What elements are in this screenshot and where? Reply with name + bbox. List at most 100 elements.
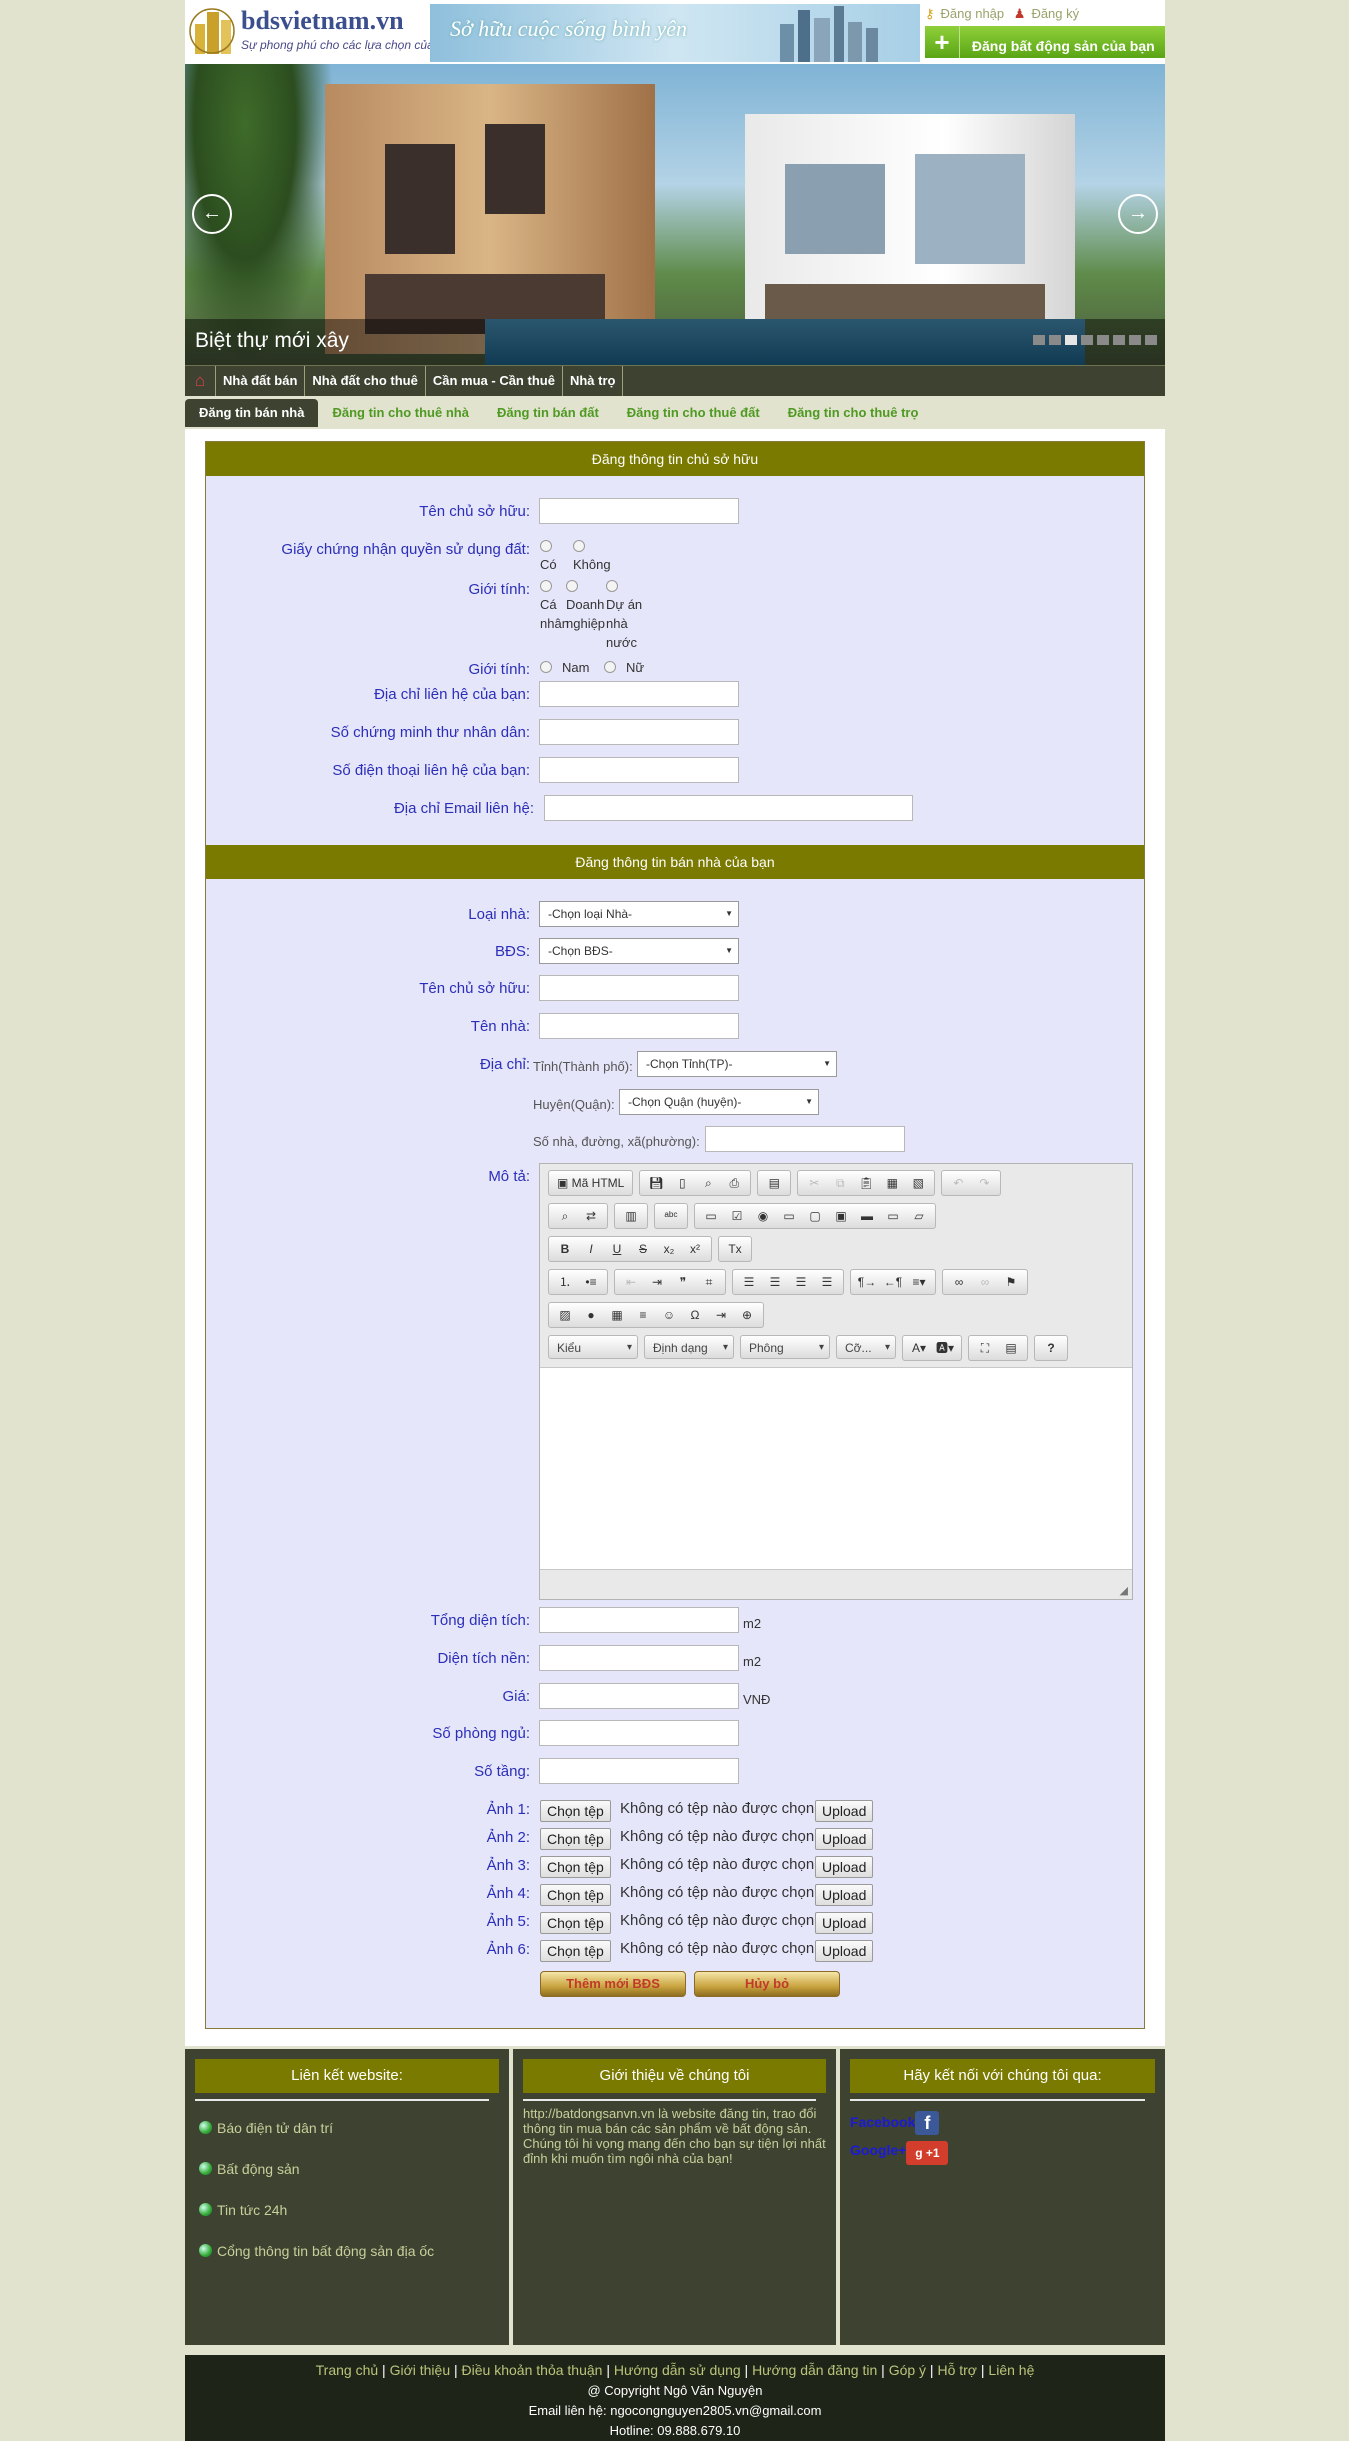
type-business-radio[interactable]	[566, 580, 578, 592]
choose-file-button[interactable]: Chọn tệp	[540, 1912, 611, 1934]
slider-dot[interactable]	[1033, 335, 1045, 345]
gender-female-radio[interactable]	[604, 661, 616, 673]
select-all-icon[interactable]: ▥	[618, 1204, 644, 1228]
choose-file-button[interactable]: Chọn tệp	[540, 1800, 611, 1822]
form-icon[interactable]: ▭	[698, 1204, 724, 1228]
certificate-yes-radio[interactable]	[540, 540, 552, 552]
slider-dot[interactable]	[1097, 335, 1109, 345]
style-combo[interactable]: Kiểu	[548, 1335, 638, 1360]
smiley-icon[interactable]: ☺	[656, 1303, 682, 1327]
choose-file-button[interactable]: Chọn tệp	[540, 1856, 611, 1878]
preview-icon[interactable]: ⌕	[695, 1171, 721, 1195]
redo-icon[interactable]: ↷	[971, 1171, 997, 1195]
help-icon[interactable]: ?	[1038, 1336, 1064, 1360]
numbered-list-icon[interactable]: ⒈	[552, 1270, 578, 1294]
table-icon[interactable]: ▦	[604, 1303, 630, 1327]
justify-icon[interactable]: ☰	[814, 1270, 840, 1294]
format-combo[interactable]: Định dạng	[644, 1335, 734, 1360]
slider-dot[interactable]	[1129, 335, 1141, 345]
footer-nav-link[interactable]: Liên hệ	[988, 2362, 1034, 2378]
post-property-button[interactable]: + Đăng bất động sản của bạn	[925, 26, 1165, 58]
logo-name[interactable]: bdsvietnam.vn	[241, 6, 404, 36]
choose-file-button[interactable]: Chọn tệp	[540, 1828, 611, 1850]
nav-item-ban[interactable]: Nhà đất bán	[216, 366, 306, 396]
paste-word-icon[interactable]: ▧	[905, 1171, 931, 1195]
house-type-select[interactable]: -Chọn loại Nhà-	[539, 901, 739, 927]
replace-icon[interactable]: ⇄	[578, 1204, 604, 1228]
checkbox-icon[interactable]: ☑	[724, 1204, 750, 1228]
text-color-icon[interactable]: A▾	[906, 1336, 932, 1360]
new-page-icon[interactable]: ▯	[669, 1171, 695, 1195]
div-icon[interactable]: ⌗	[696, 1270, 722, 1294]
iframe-icon[interactable]: ⊕	[734, 1303, 760, 1327]
undo-icon[interactable]: ↶	[945, 1171, 971, 1195]
horizontal-rule-icon[interactable]: ≡	[630, 1303, 656, 1327]
superscript-icon[interactable]: x²	[682, 1237, 708, 1261]
bds-select[interactable]: -Chọn BĐS-	[539, 938, 739, 964]
align-center-icon[interactable]: ☰	[762, 1270, 788, 1294]
slider-dot[interactable]	[1081, 335, 1093, 345]
google-plus-link[interactable]: Google+ g +1	[850, 2141, 949, 2165]
rtl-icon[interactable]: ←¶	[880, 1270, 906, 1294]
show-blocks-icon[interactable]: ▤	[998, 1336, 1024, 1360]
choose-file-button[interactable]: Chọn tệp	[540, 1940, 611, 1962]
id-number-input[interactable]	[539, 719, 739, 745]
footer-nav-link[interactable]: Hỗ trợ	[937, 2362, 977, 2378]
footer-nav-link[interactable]: Điều khoản thỏa thuận	[462, 2362, 603, 2378]
remove-format-icon[interactable]: Tx	[722, 1237, 748, 1261]
floor-area-input[interactable]	[539, 1645, 739, 1671]
choose-file-button[interactable]: Chọn tệp	[540, 1884, 611, 1906]
paste-text-icon[interactable]: ▦	[879, 1171, 905, 1195]
tab-ban-dat[interactable]: Đăng tin bán đất	[483, 399, 613, 427]
facebook-link[interactable]: Facebook f	[850, 2111, 940, 2135]
slider-dot[interactable]	[1065, 335, 1077, 345]
align-left-icon[interactable]: ☰	[736, 1270, 762, 1294]
cut-icon[interactable]: ✂	[801, 1171, 827, 1195]
nav-item-nha-tro[interactable]: Nhà trọ	[563, 366, 624, 396]
align-right-icon[interactable]: ☰	[788, 1270, 814, 1294]
slider-dot[interactable]	[1113, 335, 1125, 345]
upload-button[interactable]: Upload	[815, 1912, 874, 1934]
register-link[interactable]: Đăng ký	[1031, 6, 1079, 21]
tab-cho-thue-dat[interactable]: Đăng tin cho thuê đất	[613, 399, 774, 427]
italic-icon[interactable]: I	[578, 1237, 604, 1261]
image-button-icon[interactable]: ▭	[880, 1204, 906, 1228]
print-icon[interactable]: ⎙	[721, 1171, 747, 1195]
email-input[interactable]	[544, 795, 913, 821]
type-state-radio[interactable]	[606, 580, 618, 592]
font-combo[interactable]: Phông	[740, 1335, 830, 1360]
floors-input[interactable]	[539, 1758, 739, 1784]
bulleted-list-icon[interactable]: •≡	[578, 1270, 604, 1294]
flash-icon[interactable]: ●	[578, 1303, 604, 1327]
footer-nav-link[interactable]: Trang chủ	[316, 2362, 379, 2378]
footer-nav-link[interactable]: Hướng dẫn sử dụng	[614, 2362, 741, 2378]
street-input[interactable]	[705, 1126, 905, 1152]
footer-link-dantri[interactable]: Báo điện tử dân trí	[199, 2120, 333, 2136]
special-char-icon[interactable]: Ω	[682, 1303, 708, 1327]
strike-icon[interactable]: S	[630, 1237, 656, 1261]
select-icon[interactable]: ▣	[828, 1204, 854, 1228]
bedrooms-input[interactable]	[539, 1720, 739, 1746]
slider-next-icon[interactable]: →	[1118, 194, 1158, 234]
upload-button[interactable]: Upload	[815, 1884, 874, 1906]
radio-icon[interactable]: ◉	[750, 1204, 776, 1228]
maximize-icon[interactable]: ⛶	[972, 1336, 998, 1360]
outdent-icon[interactable]: ⇤	[618, 1270, 644, 1294]
copy-icon[interactable]: ⧉	[827, 1171, 853, 1195]
bg-color-icon[interactable]: 🅰︎▾	[932, 1336, 958, 1360]
type-individual-radio[interactable]	[540, 580, 552, 592]
tab-cho-thue-nha[interactable]: Đăng tin cho thuê nhà	[318, 399, 483, 427]
house-name-input[interactable]	[539, 1013, 739, 1039]
district-select[interactable]: -Chọn Quận (huyện)-	[619, 1089, 819, 1115]
slider-dot[interactable]	[1049, 335, 1061, 345]
anchor-icon[interactable]: ⚑	[998, 1270, 1024, 1294]
tab-ban-nha[interactable]: Đăng tin bán nhà	[185, 399, 319, 427]
slider-dot[interactable]	[1145, 335, 1157, 345]
templates-icon[interactable]: ▤	[761, 1171, 787, 1195]
ltr-icon[interactable]: ¶→	[854, 1270, 880, 1294]
underline-icon[interactable]: U	[604, 1237, 630, 1261]
tab-cho-thue-tro[interactable]: Đăng tin cho thuê trọ	[774, 399, 933, 427]
contact-address-input[interactable]	[539, 681, 739, 707]
footer-nav-link[interactable]: Hướng dẫn đăng tin	[752, 2362, 877, 2378]
upload-button[interactable]: Upload	[815, 1856, 874, 1878]
